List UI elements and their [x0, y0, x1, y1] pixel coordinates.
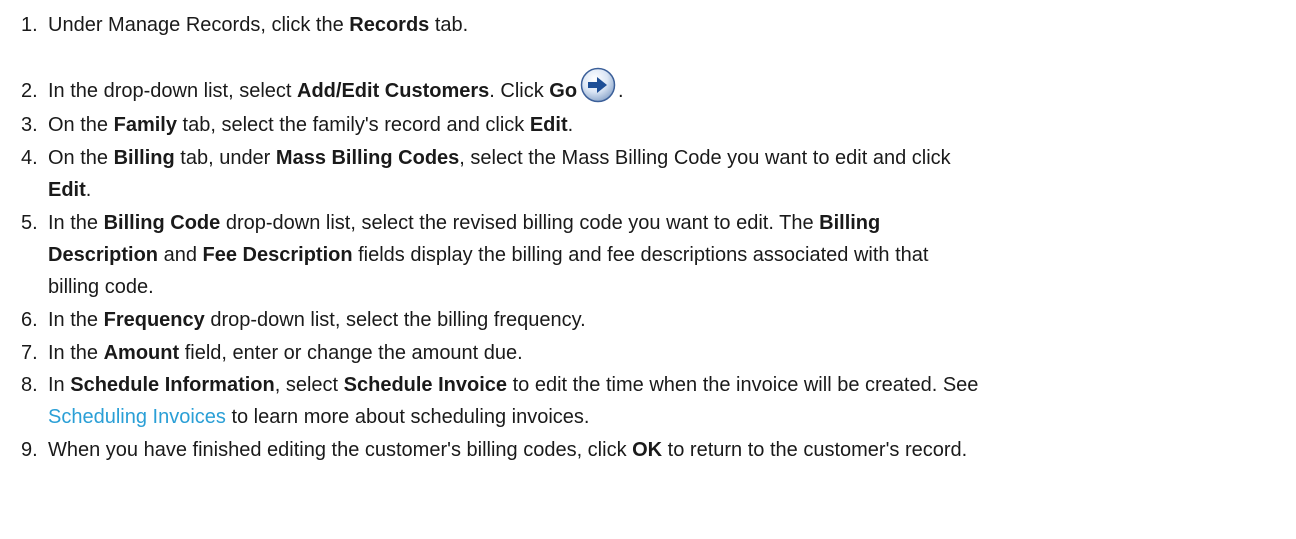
step-8: 8. In Schedule Information, select Schedu…: [21, 369, 1286, 433]
step-text: and: [158, 244, 203, 266]
bold-term: Edit: [529, 114, 568, 136]
step-1: 1. Under Manage Records, click the Record…: [21, 9, 1286, 41]
step-text: billing code.: [48, 276, 154, 298]
step-text: In the drop-down list, select: [48, 80, 298, 102]
bold-term: Family: [113, 114, 177, 136]
step-number: 1.: [21, 14, 38, 36]
step-number: 3.: [21, 114, 38, 136]
bold-term: Schedule Invoice: [343, 374, 508, 396]
step-text: , select the Mass Billing Code you want …: [459, 147, 951, 169]
step-text: field, enter or change the amount due.: [179, 342, 523, 364]
step-text: In: [48, 374, 71, 396]
step-number: 5.: [21, 212, 38, 234]
step-4: 4. On the Billing tab, under Mass Billing…: [21, 142, 1286, 206]
step-text: When you have finished editing the custo…: [48, 439, 633, 461]
step-9: 9. When you have finished editing the cus…: [21, 434, 1286, 466]
bold-term: Frequency: [103, 309, 205, 331]
step-number: 6.: [21, 309, 38, 331]
step-5: 5. In the Billing Code drop-down list, se…: [21, 207, 1286, 303]
step-text: .: [85, 179, 92, 201]
step-text: In the: [48, 342, 104, 364]
instruction-list: 1. Under Manage Records, click the Record…: [0, 0, 1296, 539]
bold-term: Billing: [113, 147, 175, 169]
go-arrow-icon: [580, 67, 616, 103]
step-text: tab, select the family's record and clic…: [176, 114, 530, 136]
step-text: On the: [48, 147, 114, 169]
step-text: to return to the customer's record.: [662, 439, 968, 461]
bold-term: Amount: [103, 342, 180, 364]
step-text: In the: [48, 309, 104, 331]
bold-term: Add/Edit Customers: [297, 80, 490, 102]
step-text: , select: [274, 374, 344, 396]
bold-term: Mass Billing Codes: [275, 147, 460, 169]
bold-term: Go: [549, 80, 578, 102]
bold-term: Description: [48, 244, 159, 266]
step-text: to learn more about scheduling invoices.: [225, 406, 590, 428]
step-text: .: [567, 114, 574, 136]
bold-term: Billing Code: [103, 212, 221, 234]
step-text: . Click: [489, 80, 550, 102]
step-3: 3. On the Family tab, select the family's…: [21, 109, 1286, 141]
bold-term: OK: [632, 439, 663, 461]
step-number: 9.: [21, 439, 38, 461]
step-number: 8.: [21, 374, 38, 396]
step-number: 4.: [21, 147, 38, 169]
bold-term: Records: [349, 14, 430, 36]
bold-term: Fee Description: [202, 244, 353, 266]
step-text: .: [618, 80, 624, 102]
step-text: drop-down list, select the billing frequ…: [204, 309, 586, 331]
step-text: In the: [48, 212, 104, 234]
step-2: 2. In the drop-down list, select Add/Edit…: [21, 67, 1286, 107]
step-text: Under Manage Records, click the: [48, 14, 350, 36]
scheduling-invoices-link[interactable]: Scheduling Invoices: [48, 406, 226, 428]
step-text: tab.: [429, 14, 469, 36]
bold-term: Edit: [48, 179, 86, 201]
step-text: tab, under: [174, 147, 276, 169]
step-number: 2.: [21, 80, 38, 102]
step-number: 7.: [21, 342, 38, 364]
step-text: On the: [48, 114, 114, 136]
step-text: fields display the billing and fee descr…: [352, 244, 929, 266]
bold-term: Schedule Information: [70, 374, 275, 396]
step-text: drop-down list, select the revised billi…: [220, 212, 820, 234]
bold-term: Billing: [819, 212, 881, 234]
step-7: 7. In the Amount field, enter or change t…: [21, 337, 1286, 369]
step-6: 6. In the Frequency drop-down list, selec…: [21, 304, 1286, 336]
step-text: to edit the time when the invoice will b…: [507, 374, 979, 396]
